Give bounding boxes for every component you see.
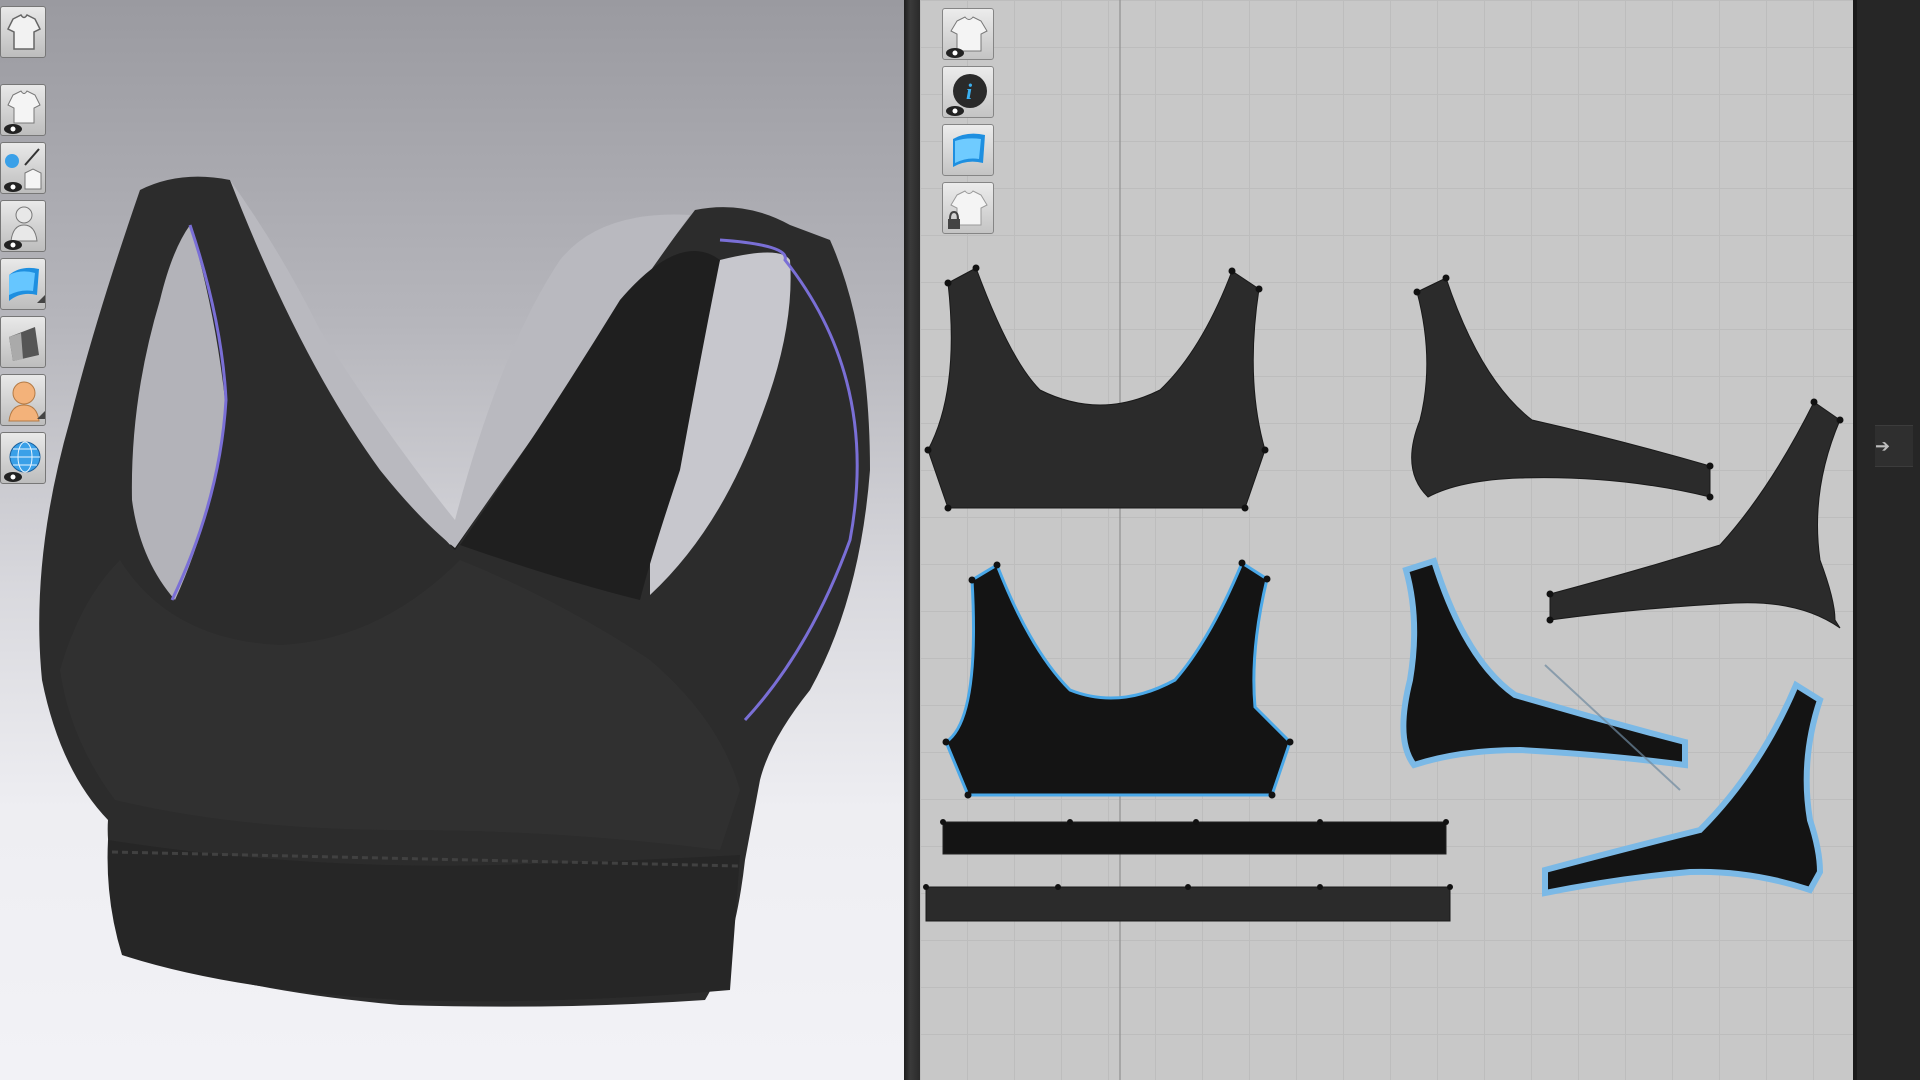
- pattern-piece-front-bodice[interactable]: [927, 267, 1266, 509]
- window-splitter[interactable]: [904, 0, 920, 1080]
- expand-panel-arrow-glyph: ➔: [1875, 436, 1891, 456]
- environment-globe-icon[interactable]: [0, 432, 46, 484]
- pattern-window-2d[interactable]: i: [920, 0, 1853, 1080]
- viewport-3d[interactable]: [0, 0, 904, 1080]
- lock-garment-icon[interactable]: [942, 182, 994, 234]
- pattern-info-icon[interactable]: i: [942, 66, 994, 118]
- thickness-render-icon[interactable]: [0, 316, 46, 368]
- expand-panel-arrow-icon[interactable]: ➔: [1875, 425, 1913, 467]
- pattern-piece-underband-1[interactable]: [942, 821, 1447, 855]
- show-avatar-icon[interactable]: [0, 200, 46, 252]
- pattern-piece-front-bodice-lining[interactable]: [944, 560, 1292, 797]
- show-garment-visibility-icon[interactable]: [0, 84, 46, 136]
- garment-3d-model[interactable]: [0, 0, 904, 1080]
- pattern-pieces-canvas[interactable]: [920, 0, 1853, 1080]
- avatar-skin-icon[interactable]: [0, 374, 46, 426]
- texture-surface-icon[interactable]: [0, 258, 46, 310]
- show-garment-2d-icon[interactable]: [942, 8, 994, 60]
- pattern-piece-back-left-panel[interactable]: [1411, 277, 1711, 498]
- right-dock-panel: ➔: [1853, 0, 1920, 1080]
- show-garment-icon[interactable]: [0, 6, 46, 58]
- show-trims-icon[interactable]: [0, 142, 46, 194]
- svg-text:i: i: [966, 79, 973, 104]
- pattern-piece-underband-2[interactable]: [925, 886, 1451, 922]
- fabric-texture-icon[interactable]: [942, 124, 994, 176]
